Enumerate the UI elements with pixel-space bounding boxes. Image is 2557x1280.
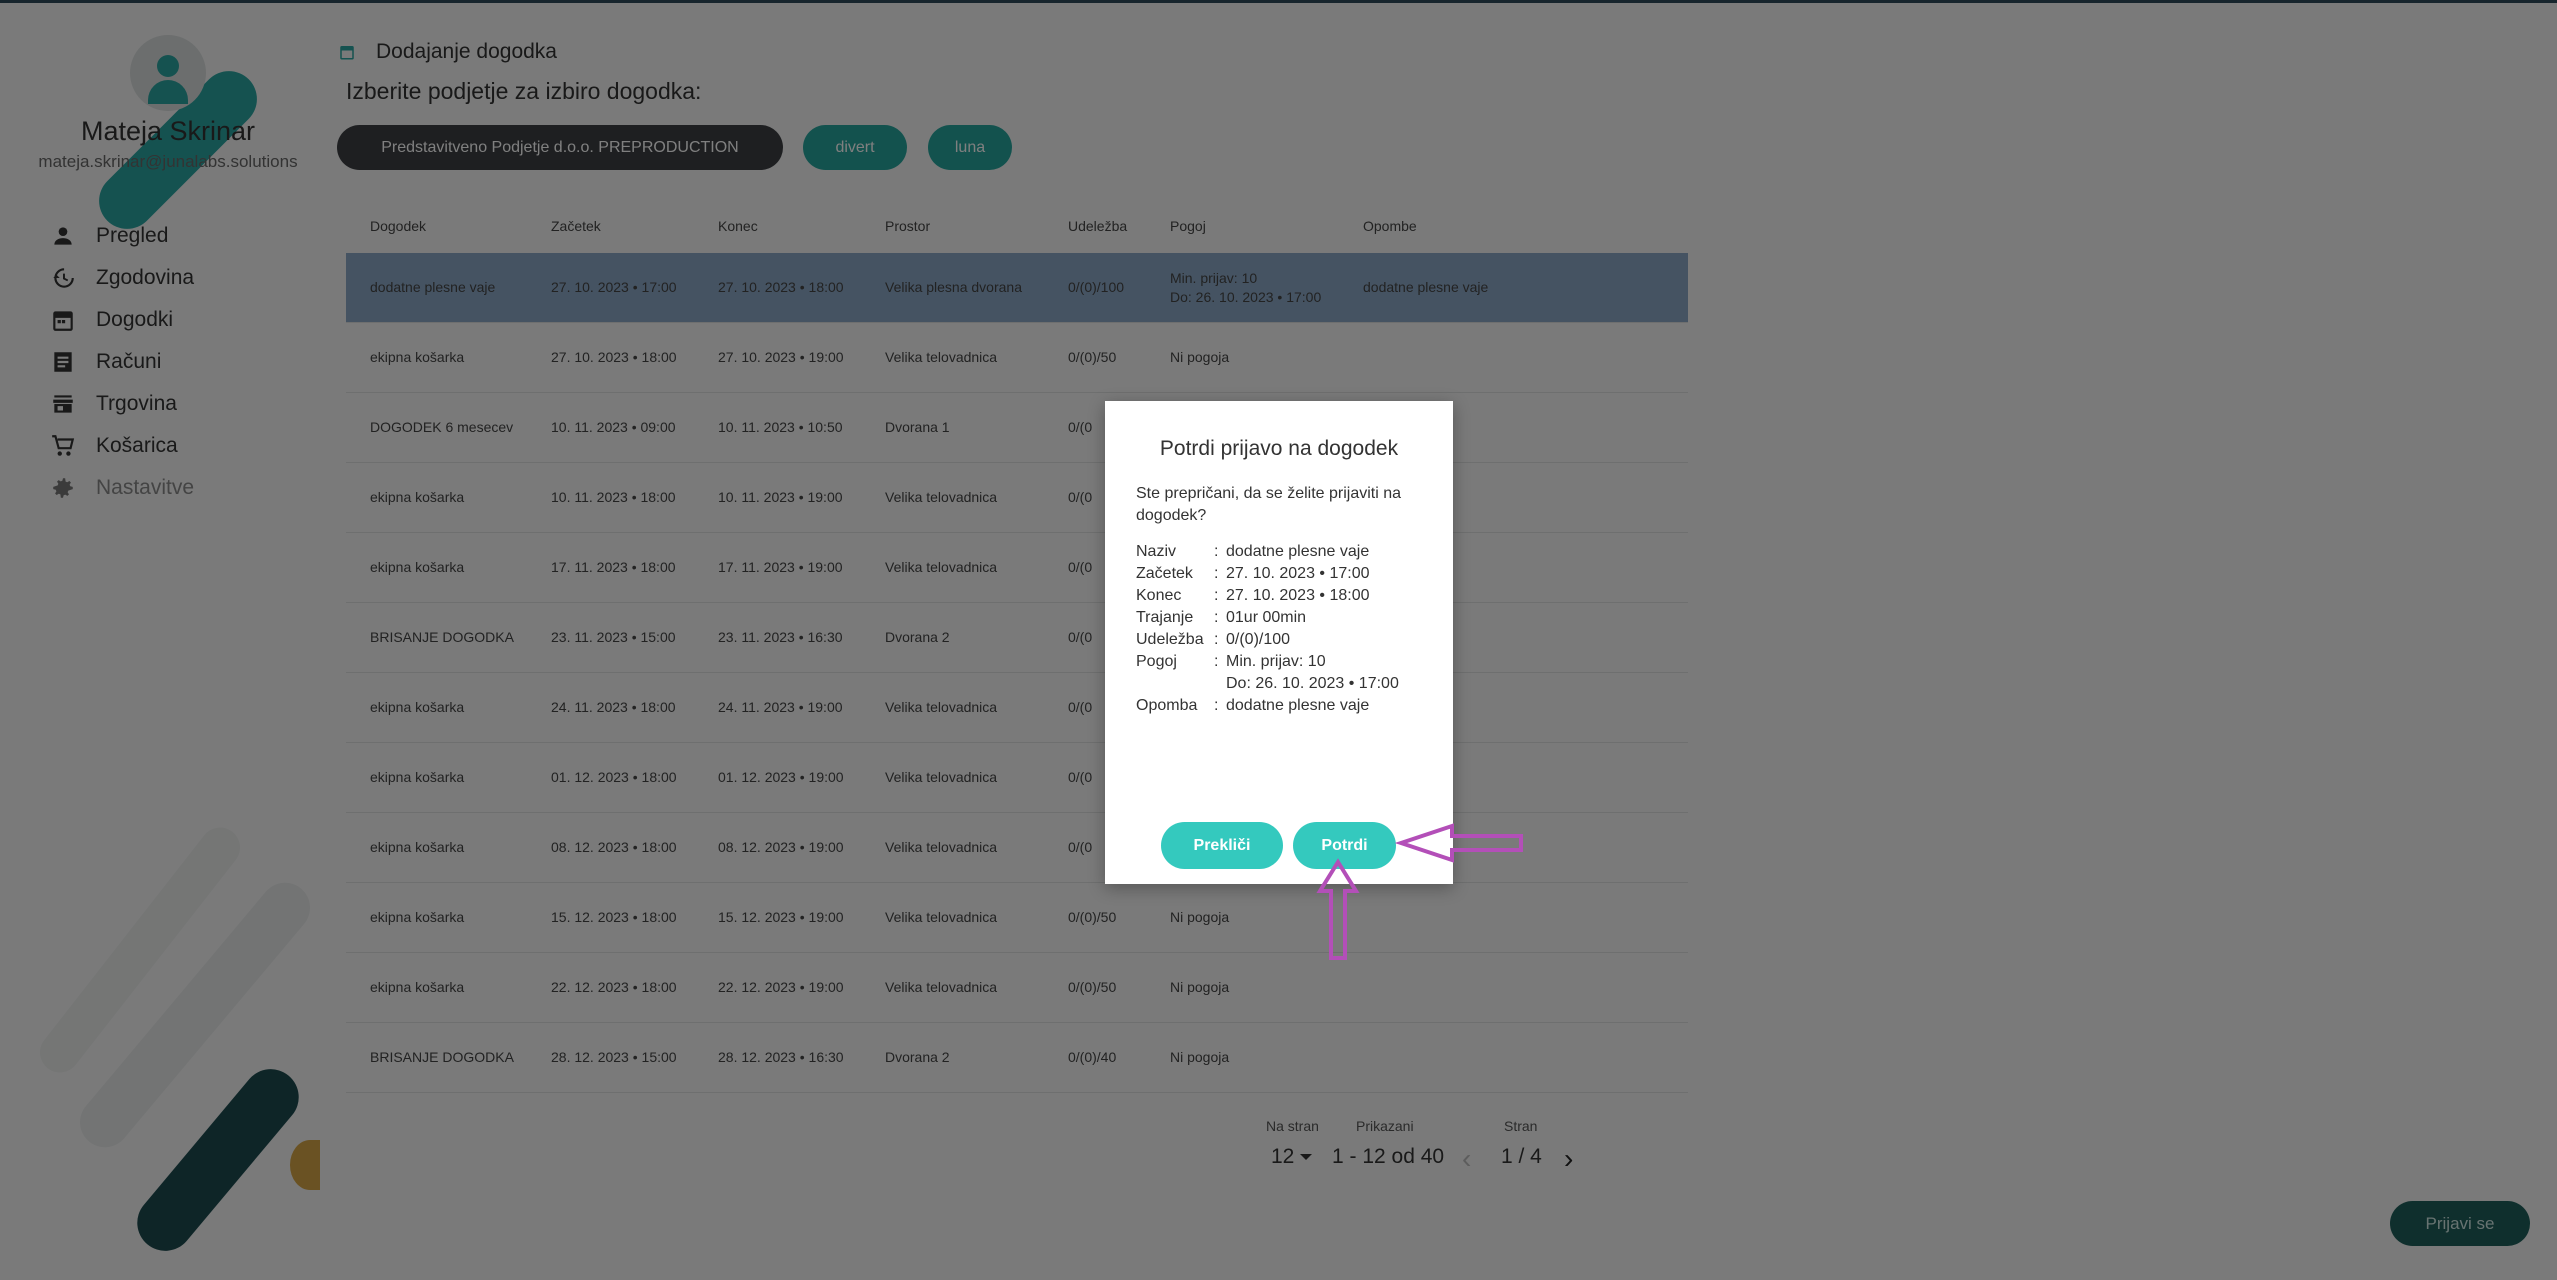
cancel-button[interactable]: Prekliči: [1161, 822, 1283, 869]
detail-value: 0/(0)/100: [1226, 631, 1291, 648]
detail-row: Konec:27. 10. 2023 • 18:00: [1136, 585, 1426, 607]
detail-key: Naziv: [1136, 543, 1177, 560]
detail-colon: [1214, 673, 1226, 695]
detail-key: Opomba: [1136, 697, 1198, 714]
detail-colon: :: [1214, 565, 1219, 582]
detail-row: Trajanje:01ur 00min: [1136, 607, 1426, 629]
detail-colon: :: [1214, 543, 1219, 560]
detail-value: dodatne plesne vaje: [1226, 697, 1370, 714]
detail-row: Začetek:27. 10. 2023 • 17:00: [1136, 563, 1426, 585]
detail-value: Do: 26. 10. 2023 • 17:00: [1226, 675, 1399, 692]
detail-value: Min. prijav: 10: [1226, 653, 1326, 670]
detail-row: Pogoj: Min. prijav: 10: [1136, 651, 1426, 673]
detail-row: Opomba: dodatne plesne vaje: [1136, 695, 1426, 717]
dialog-details: Naziv: dodatne plesne vaje Začetek:27. 10.…: [1136, 541, 1426, 717]
detail-colon: :: [1214, 653, 1219, 670]
detail-colon: :: [1214, 609, 1219, 626]
detail-row: Do: 26. 10. 2023 • 17:00: [1136, 673, 1426, 695]
dialog-title: Potrdi prijavo na dogodek: [1159, 437, 1399, 460]
detail-colon: :: [1214, 587, 1219, 604]
detail-key: Začetek: [1136, 565, 1193, 582]
confirm-dialog: Potrdi prijavo na dogodek Ste prepričani…: [1105, 401, 1453, 884]
detail-key: [1136, 673, 1214, 695]
detail-value: 27. 10. 2023 • 18:00: [1226, 587, 1370, 604]
detail-colon: :: [1214, 631, 1219, 648]
detail-value: 27. 10. 2023 • 17:00: [1226, 565, 1370, 582]
detail-row: Udeležba:0/(0)/100: [1136, 629, 1426, 651]
confirm-button[interactable]: Potrdi: [1293, 822, 1396, 869]
detail-key: Trajanje: [1136, 609, 1194, 626]
detail-row: Naziv: dodatne plesne vaje: [1136, 541, 1426, 563]
detail-key: Udeležba: [1136, 631, 1204, 648]
detail-value: 01ur 00min: [1226, 609, 1307, 626]
dialog-question: Ste prepričani, da se želite prijaviti n…: [1136, 485, 1402, 524]
detail-key: Konec: [1136, 587, 1182, 604]
detail-key: Pogoj: [1136, 653, 1177, 670]
detail-colon: :: [1214, 697, 1219, 714]
detail-value: dodatne plesne vaje: [1226, 543, 1370, 560]
